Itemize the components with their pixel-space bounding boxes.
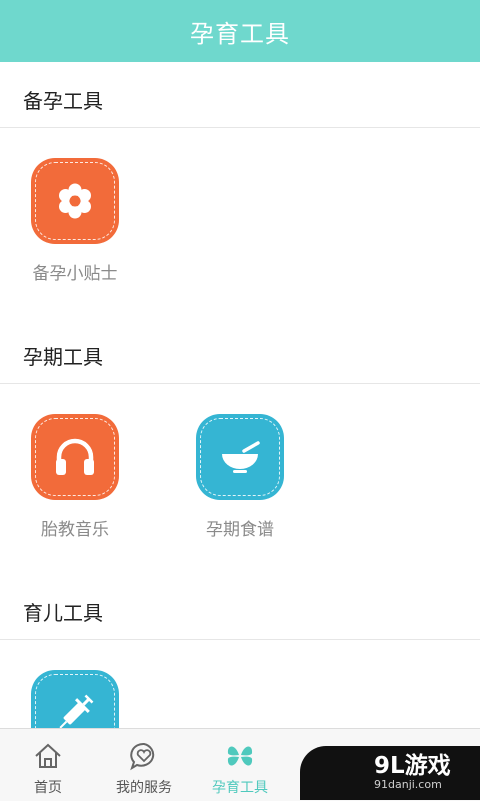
section-title-pregnancy: 孕期工具: [0, 318, 480, 384]
tool-label: 胎教音乐: [41, 520, 109, 540]
tool-pregnancy-tips[interactable]: 备孕小贴士: [10, 158, 140, 284]
tool-label: 备孕小贴士: [32, 264, 118, 284]
syringe-icon: [31, 670, 119, 728]
section-title-parenting: 育儿工具: [0, 574, 480, 640]
tab-label: 我的服务: [116, 780, 172, 796]
home-icon: [33, 739, 63, 773]
tool-vaccine[interactable]: [10, 670, 140, 728]
tools-content[interactable]: 备孕工具 备孕小贴士 孕期工具 胎教音乐 孕期食谱 育儿工具: [0, 62, 480, 728]
section-body-pregnancy: 胎教音乐 孕期食谱: [0, 384, 480, 574]
bowl-icon: [196, 414, 284, 500]
section-title-pregnancy-prep: 备孕工具: [0, 62, 480, 128]
app-header: 孕育工具: [0, 0, 480, 62]
section-body-pregnancy-prep: 备孕小贴士: [0, 128, 480, 318]
watermark: 9L游戏 91danji.com: [300, 746, 480, 800]
leaf-icon: [225, 739, 255, 773]
heart-chat-icon: [128, 739, 160, 773]
tool-pregnancy-recipes[interactable]: 孕期食谱: [175, 414, 305, 540]
page-title: 孕育工具: [190, 19, 290, 48]
tab-label: 首页: [34, 780, 62, 796]
tab-home[interactable]: 首页: [0, 729, 96, 801]
tab-my-services[interactable]: 我的服务: [96, 729, 192, 801]
tool-prenatal-music[interactable]: 胎教音乐: [10, 414, 140, 540]
tab-tools[interactable]: 孕育工具: [192, 729, 288, 801]
section-body-parenting: [0, 640, 480, 728]
headphones-icon: [31, 414, 119, 500]
watermark-url: 91danji.com: [374, 778, 442, 791]
watermark-logo: 9L游戏: [374, 753, 451, 779]
flower-icon: [31, 158, 119, 244]
tool-label: 孕期食谱: [206, 520, 274, 540]
tab-label: 孕育工具: [212, 780, 268, 796]
